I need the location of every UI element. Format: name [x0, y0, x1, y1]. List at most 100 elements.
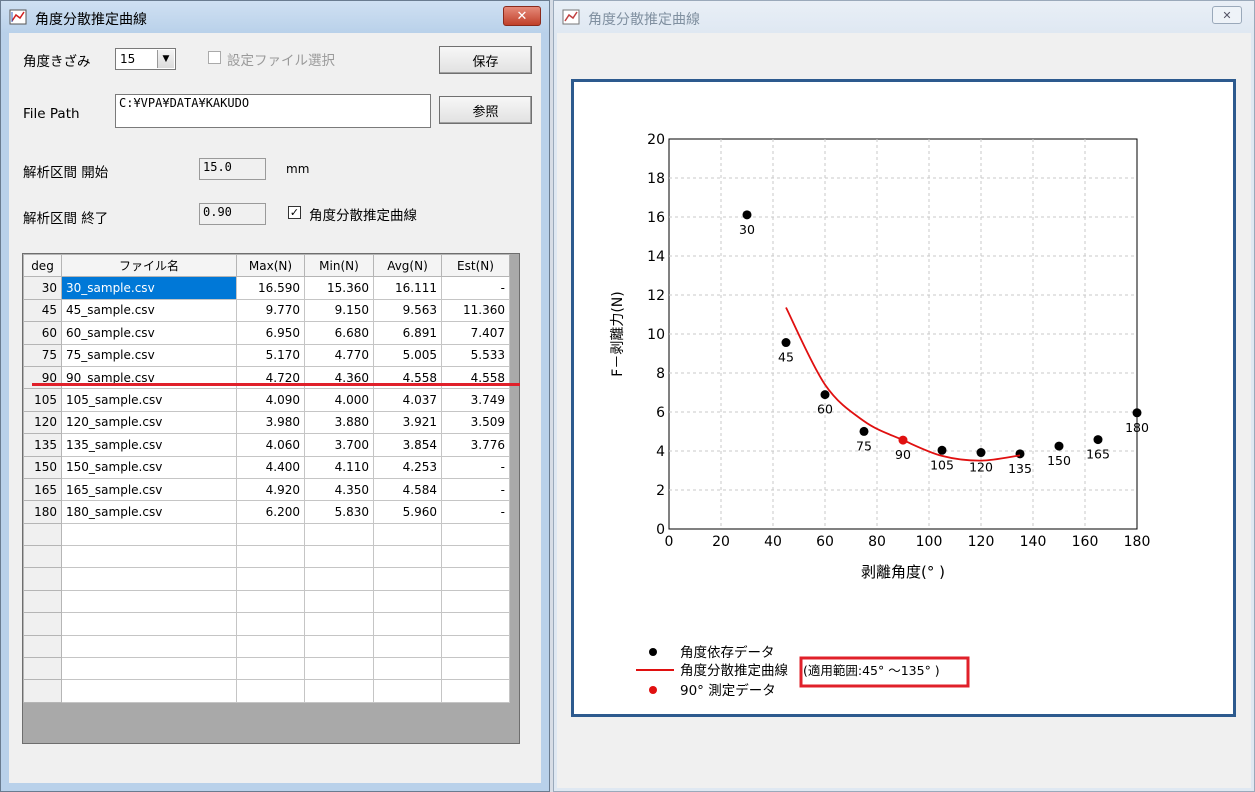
- empty-row[interactable]: [23, 634, 510, 659]
- empty-cell[interactable]: [236, 522, 305, 547]
- table-row[interactable]: 60 60_sample.csv 6.950 6.680 6.891 7.407: [23, 321, 510, 345]
- min-cell[interactable]: 9.150: [304, 298, 374, 323]
- empty-cell[interactable]: [61, 522, 237, 547]
- avg-cell[interactable]: 3.854: [373, 433, 442, 457]
- empty-cell[interactable]: [236, 567, 305, 591]
- min-cell[interactable]: 3.880: [304, 410, 374, 435]
- file-name-cell[interactable]: 165_sample.csv: [61, 477, 237, 502]
- avg-cell[interactable]: 3.921: [373, 410, 442, 435]
- min-cell[interactable]: 4.770: [304, 343, 374, 367]
- empty-row[interactable]: [23, 679, 510, 703]
- deg-cell[interactable]: 45: [23, 298, 62, 323]
- empty-cell[interactable]: [373, 545, 442, 569]
- file-name-cell[interactable]: 75_sample.csv: [61, 343, 237, 367]
- min-cell[interactable]: 3.700: [304, 433, 374, 457]
- max-cell[interactable]: 6.200: [236, 500, 305, 524]
- table-row[interactable]: 165 165_sample.csv 4.920 4.350 4.584-: [23, 477, 510, 502]
- empty-row[interactable]: [23, 522, 510, 547]
- column-header-est[interactable]: Est(N): [441, 253, 510, 278]
- empty-cell[interactable]: [236, 679, 305, 703]
- data-table[interactable]: deg ファイル名 Max(N) Min(N) Avg(N) Est(N) 30…: [22, 253, 520, 744]
- empty-cell[interactable]: [304, 657, 374, 681]
- min-cell[interactable]: 4.350: [304, 477, 374, 502]
- empty-cell[interactable]: [61, 657, 237, 681]
- empty-cell[interactable]: [304, 679, 374, 703]
- empty-cell[interactable]: [61, 634, 237, 659]
- range-start-field[interactable]: 15.0: [199, 158, 266, 180]
- table-row[interactable]: 150 150_sample.csv 4.400 4.110 4.253-: [23, 455, 510, 479]
- empty-cell[interactable]: [373, 567, 442, 591]
- deg-cell[interactable]: 105: [23, 388, 62, 412]
- empty-cell[interactable]: [236, 634, 305, 659]
- column-header-file[interactable]: ファイル名: [61, 253, 237, 278]
- empty-cell[interactable]: [23, 589, 62, 614]
- empty-cell[interactable]: [61, 567, 237, 591]
- min-cell[interactable]: 4.000: [304, 388, 374, 412]
- avg-cell[interactable]: 6.891: [373, 321, 442, 345]
- max-cell[interactable]: 16.590: [236, 276, 305, 300]
- file-name-cell[interactable]: 180_sample.csv: [61, 500, 237, 524]
- empty-cell[interactable]: [441, 589, 510, 614]
- est-cell[interactable]: 7.407: [441, 321, 510, 345]
- column-header-deg[interactable]: deg: [23, 253, 62, 278]
- est-cell[interactable]: 5.533: [441, 343, 510, 367]
- avg-cell[interactable]: 4.253: [373, 455, 442, 479]
- est-cell[interactable]: -: [441, 455, 510, 479]
- deg-cell[interactable]: 60: [23, 321, 62, 345]
- empty-row[interactable]: [23, 657, 510, 681]
- max-cell[interactable]: 4.920: [236, 477, 305, 502]
- deg-cell[interactable]: 120: [23, 410, 62, 435]
- close-button[interactable]: ✕: [1212, 6, 1242, 24]
- empty-cell[interactable]: [441, 657, 510, 681]
- empty-row[interactable]: [23, 612, 510, 636]
- empty-cell[interactable]: [304, 634, 374, 659]
- max-cell[interactable]: 3.980: [236, 410, 305, 435]
- est-cell[interactable]: 3.776: [441, 433, 510, 457]
- est-cell[interactable]: -: [441, 276, 510, 300]
- table-row[interactable]: 105 105_sample.csv 4.090 4.000 4.037 3.749: [23, 388, 510, 412]
- empty-cell[interactable]: [304, 545, 374, 569]
- empty-cell[interactable]: [373, 612, 442, 636]
- curve-checkbox[interactable]: ✓: [288, 206, 301, 219]
- max-cell[interactable]: 6.950: [236, 321, 305, 345]
- max-cell[interactable]: 4.060: [236, 433, 305, 457]
- chevron-down-icon[interactable]: ▼: [157, 50, 174, 68]
- avg-cell[interactable]: 5.005: [373, 343, 442, 367]
- column-header-max[interactable]: Max(N): [236, 253, 305, 278]
- deg-cell[interactable]: 135: [23, 433, 62, 457]
- min-cell[interactable]: 5.830: [304, 500, 374, 524]
- table-row[interactable]: 30 30_sample.csv 16.590 15.360 16.111-: [23, 276, 510, 300]
- empty-cell[interactable]: [236, 545, 305, 569]
- avg-cell[interactable]: 5.960: [373, 500, 442, 524]
- table-row[interactable]: 135 135_sample.csv 4.060 3.700 3.854 3.776: [23, 433, 510, 457]
- empty-cell[interactable]: [373, 679, 442, 703]
- empty-cell[interactable]: [23, 522, 62, 547]
- title-bar[interactable]: 角度分散推定曲線 ✕: [1, 1, 549, 33]
- empty-cell[interactable]: [236, 589, 305, 614]
- empty-row[interactable]: [23, 567, 510, 591]
- empty-row[interactable]: [23, 589, 510, 614]
- save-button[interactable]: 保存: [439, 46, 532, 74]
- file-name-cell[interactable]: 30_sample.csv: [61, 276, 237, 300]
- deg-cell[interactable]: 180: [23, 500, 62, 524]
- est-cell[interactable]: 3.749: [441, 388, 510, 412]
- empty-cell[interactable]: [373, 657, 442, 681]
- empty-cell[interactable]: [373, 522, 442, 547]
- empty-cell[interactable]: [236, 657, 305, 681]
- title-bar[interactable]: 角度分散推定曲線 ✕: [554, 1, 1254, 33]
- empty-cell[interactable]: [23, 612, 62, 636]
- settings-file-checkbox[interactable]: [208, 51, 221, 64]
- avg-cell[interactable]: 4.584: [373, 477, 442, 502]
- empty-cell[interactable]: [61, 612, 237, 636]
- file-name-cell[interactable]: 150_sample.csv: [61, 455, 237, 479]
- avg-cell[interactable]: 4.037: [373, 388, 442, 412]
- avg-cell[interactable]: 9.563: [373, 298, 442, 323]
- angle-step-select[interactable]: 15 ▼: [115, 48, 176, 70]
- close-button[interactable]: ✕: [503, 6, 541, 26]
- file-name-cell[interactable]: 60_sample.csv: [61, 321, 237, 345]
- empty-cell[interactable]: [441, 612, 510, 636]
- est-cell[interactable]: 3.509: [441, 410, 510, 435]
- empty-cell[interactable]: [304, 522, 374, 547]
- est-cell[interactable]: -: [441, 500, 510, 524]
- empty-cell[interactable]: [441, 522, 510, 547]
